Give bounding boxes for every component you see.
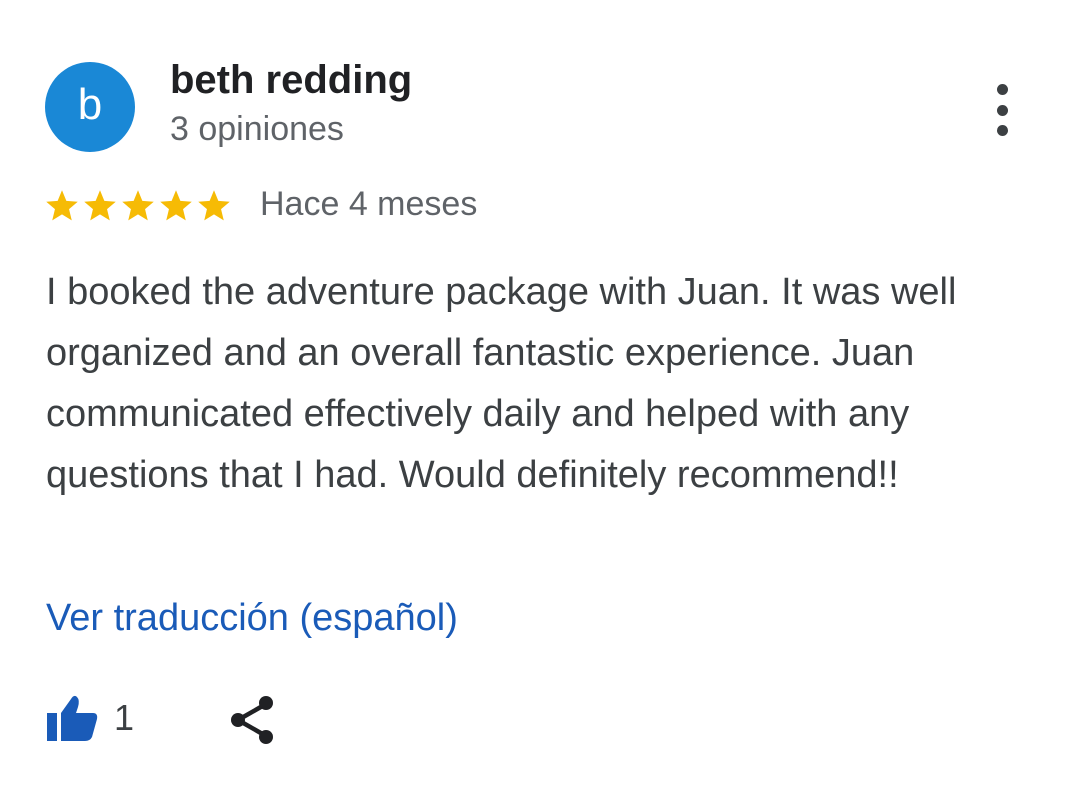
review-text: I booked the adventure package with Juan… — [46, 271, 957, 496]
avatar[interactable]: b — [45, 62, 135, 152]
like-count: 1 — [114, 697, 135, 738]
reviewer-name[interactable]: beth redding — [170, 58, 412, 103]
thumbs-up-icon — [47, 695, 98, 741]
avatar-letter: b — [77, 80, 103, 129]
more-vertical-icon-dot — [996, 104, 1008, 116]
more-vertical-icon — [996, 84, 1008, 95]
review-card: b beth redding 3 opiniones Hace 4 meses … — [0, 0, 1079, 808]
star-icon — [84, 190, 116, 221]
star-rating — [44, 188, 232, 224]
reviewer-review-count: 3 opiniones — [170, 110, 344, 148]
more-options-button[interactable] — [980, 80, 1024, 140]
star-icon — [46, 190, 78, 221]
like-button[interactable]: 1 — [44, 693, 134, 743]
share-icon — [231, 696, 273, 744]
review-date: Hace 4 meses — [260, 185, 478, 223]
star-icon — [160, 190, 192, 221]
share-button[interactable] — [228, 694, 278, 746]
star-icon — [122, 190, 154, 221]
star-icon — [198, 190, 230, 221]
more-vertical-icon-dot — [996, 125, 1008, 136]
translate-link[interactable]: Ver traducción (español) — [46, 597, 458, 640]
